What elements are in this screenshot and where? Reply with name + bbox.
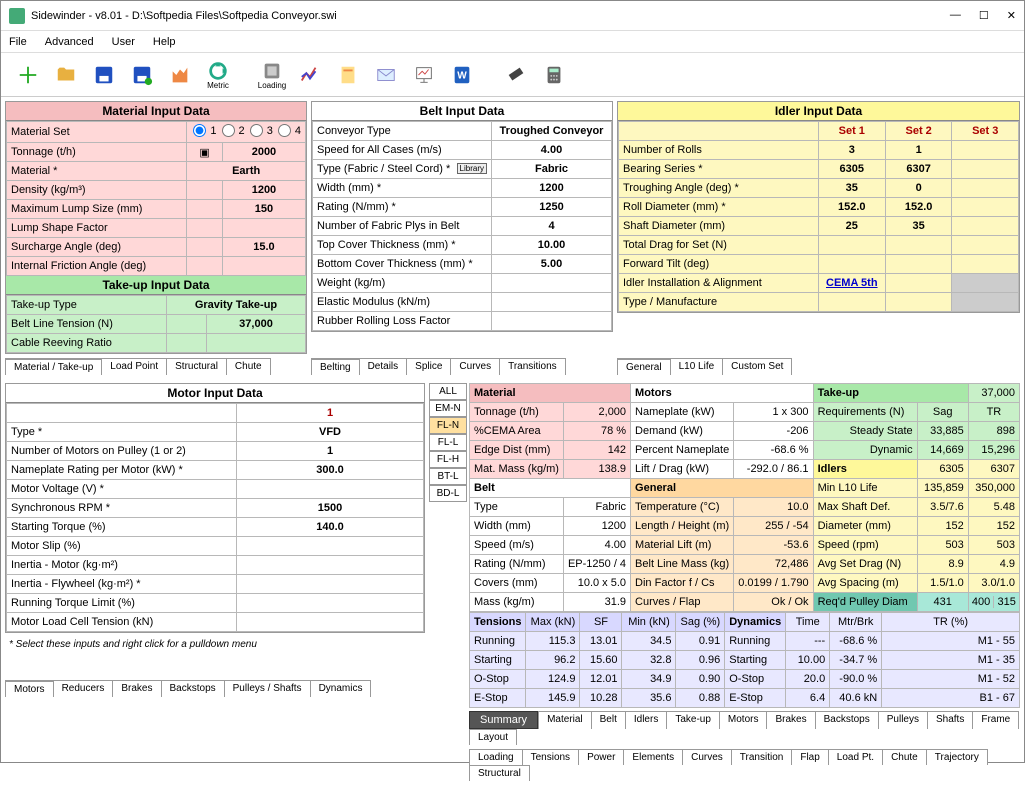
material-panel: Material Input Data Material Set 1 2 3 4… — [5, 101, 307, 354]
summary-button[interactable]: Summary — [469, 711, 538, 729]
minimize-button[interactable]: — — [950, 9, 961, 22]
svg-text:W: W — [457, 70, 467, 81]
tab-material-takeup[interactable]: Material / Take-up — [5, 358, 102, 375]
loading-button[interactable]: Loading — [255, 58, 289, 92]
case-fln[interactable]: FL-N — [429, 417, 467, 434]
menu-user[interactable]: User — [112, 36, 135, 48]
calc-button[interactable] — [537, 58, 571, 92]
close-button[interactable]: ✕ — [1007, 9, 1016, 22]
present-button[interactable] — [407, 58, 441, 92]
motor-tabs: Motors Reducers Brakes Backstops Pulleys… — [5, 680, 425, 697]
belt-panel: Belt Input Data Conveyor TypeTroughed Co… — [311, 101, 613, 332]
tonnage-value[interactable]: 2000 — [222, 143, 305, 162]
saveas-button[interactable] — [125, 58, 159, 92]
idler-panel: Idler Input Data Set 1Set 2Set 3 Number … — [617, 101, 1020, 313]
material-set-label: Material Set — [7, 122, 187, 143]
menu-advanced[interactable]: Advanced — [45, 36, 94, 48]
menu-file[interactable]: File — [9, 36, 27, 48]
summary-grid: Material Motors Take-up 37,000 Tonnage (… — [469, 383, 1020, 785]
motor-header: Motor Input Data — [6, 384, 424, 403]
idler-header: Idler Input Data — [618, 102, 1019, 121]
metric-button[interactable]: Metric — [201, 58, 235, 92]
summary-tabs-2: Loading Tensions Power Elements Curves T… — [469, 749, 1020, 781]
report-button[interactable] — [331, 58, 365, 92]
material-value[interactable]: Earth — [187, 162, 306, 181]
toolbar: Metric Loading W — [1, 53, 1024, 97]
case-buttons: ALL EM-N FL-N FL-L FL-H BT-L BD-L — [429, 383, 467, 785]
titlebar: Sidewinder - v8.01 - D:\Softpedia Files\… — [1, 1, 1024, 31]
maximize-button[interactable]: ☐ — [979, 9, 989, 22]
cema-link: CEMA 5th — [826, 277, 878, 289]
mail-button[interactable] — [369, 58, 403, 92]
belt-header: Belt Input Data — [312, 102, 612, 121]
belt-tabs: Belting Details Splice Curves Transition… — [311, 358, 613, 375]
motor-footnote: * Select these inputs and right click fo… — [5, 635, 425, 654]
menubar: File Advanced User Help — [1, 31, 1024, 53]
material-tabs: Material / Take-up Load Point Structural… — [5, 358, 307, 375]
material-header: Material Input Data — [6, 102, 306, 121]
app-icon — [9, 8, 25, 24]
chart-button[interactable] — [163, 58, 197, 92]
motor-panel: Motor Input Data 1 Type *VFD Number of M… — [5, 383, 425, 633]
summary-tabs-1: Summary Material Belt Idlers Take-up Mot… — [469, 711, 1020, 745]
material-set-radios[interactable]: 1 2 3 4 — [187, 122, 306, 143]
word-button[interactable]: W — [445, 58, 479, 92]
plot-button[interactable] — [293, 58, 327, 92]
library-badge[interactable]: Library — [457, 163, 487, 174]
idler-tabs: General L10 Life Custom Set — [617, 358, 1020, 375]
takeup-header: Take-up Input Data — [6, 276, 306, 295]
menu-help[interactable]: Help — [153, 36, 176, 48]
new-button[interactable] — [11, 58, 45, 92]
window-title: Sidewinder - v8.01 - D:\Softpedia Files\… — [31, 10, 950, 22]
tool-button[interactable] — [499, 58, 533, 92]
open-button[interactable] — [49, 58, 83, 92]
save-button[interactable] — [87, 58, 121, 92]
